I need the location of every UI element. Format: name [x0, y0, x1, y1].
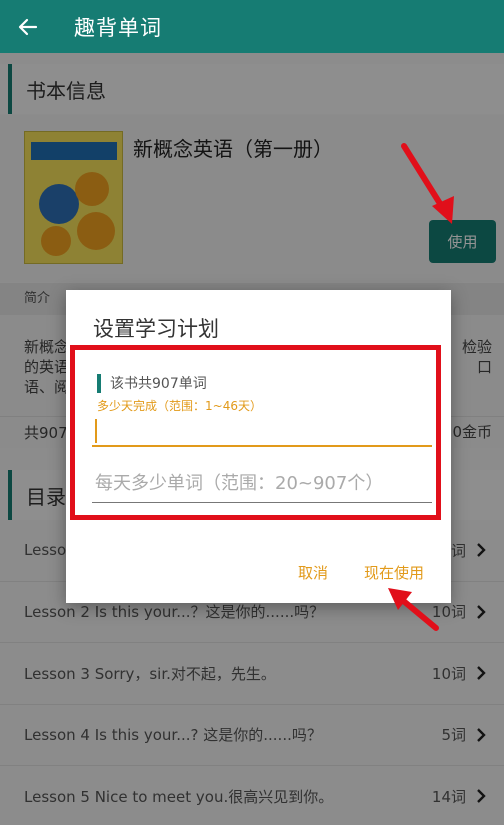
days-input[interactable] — [92, 417, 432, 447]
highlight-box: 该书共907单词 多少天完成（范围：1~46天） 每天多少单词（范围：20~90… — [70, 345, 441, 520]
app-bar: 趣背单词 — [0, 0, 504, 53]
back-button[interactable] — [0, 0, 56, 53]
annotation-arrow-icon — [401, 143, 454, 224]
word-count-label: 该书共907单词 — [110, 376, 207, 392]
days-range-label: 多少天完成（范围：1~46天） — [97, 399, 262, 413]
word-count-row: 该书共907单词 — [97, 373, 207, 393]
annotation-arrow-icon — [388, 588, 439, 631]
text-caret — [95, 419, 97, 443]
cancel-button[interactable]: 取消 — [298, 562, 328, 583]
words-per-day-input[interactable]: 每天多少单词（范围：20~907个） — [92, 469, 432, 503]
study-plan-dialog: 设置学习计划 该书共907单词 多少天完成（范围：1~46天） 每天多少单词（范… — [66, 290, 451, 603]
arrow-left-icon — [18, 18, 38, 35]
page-title: 趣背单词 — [74, 15, 162, 40]
dialog-title: 设置学习计划 — [93, 317, 219, 341]
use-now-button[interactable]: 现在使用 — [364, 562, 424, 583]
accent-mark — [97, 373, 101, 393]
